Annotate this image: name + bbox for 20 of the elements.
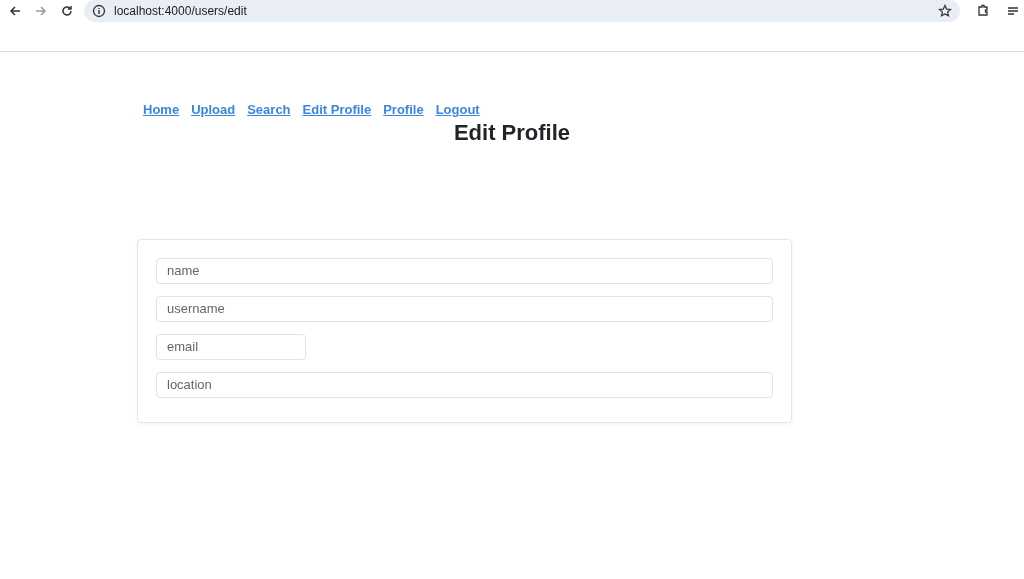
- input-field[interactable]: location: [156, 371, 773, 398]
- page-heading: Edit Profile: [452, 119, 572, 146]
- url-text: localhost:4000/users/edit: [114, 3, 248, 20]
- input-field[interactable]: email: [156, 333, 306, 360]
- address-bar[interactable]: localhost:4000/users/edit: [84, 0, 960, 22]
- nav-link[interactable]: Home: [143, 100, 180, 120]
- nav-link[interactable]: Upload: [191, 100, 236, 120]
- reload-icon[interactable]: [60, 4, 74, 18]
- input-field[interactable]: name: [156, 257, 773, 284]
- nav-link[interactable]: Edit Profile: [302, 100, 372, 120]
- forward-icon[interactable]: [34, 4, 48, 18]
- nav-link[interactable]: Search: [247, 100, 291, 120]
- info-icon[interactable]: [92, 4, 106, 18]
- nav-link[interactable]: Logout: [435, 100, 480, 120]
- star-icon[interactable]: [938, 4, 952, 18]
- input-field[interactable]: username: [156, 295, 773, 322]
- menu-icon[interactable]: [1006, 4, 1020, 18]
- back-icon[interactable]: [8, 4, 22, 18]
- extensions-icon[interactable]: [976, 4, 990, 18]
- nav-link[interactable]: Profile: [383, 100, 424, 120]
